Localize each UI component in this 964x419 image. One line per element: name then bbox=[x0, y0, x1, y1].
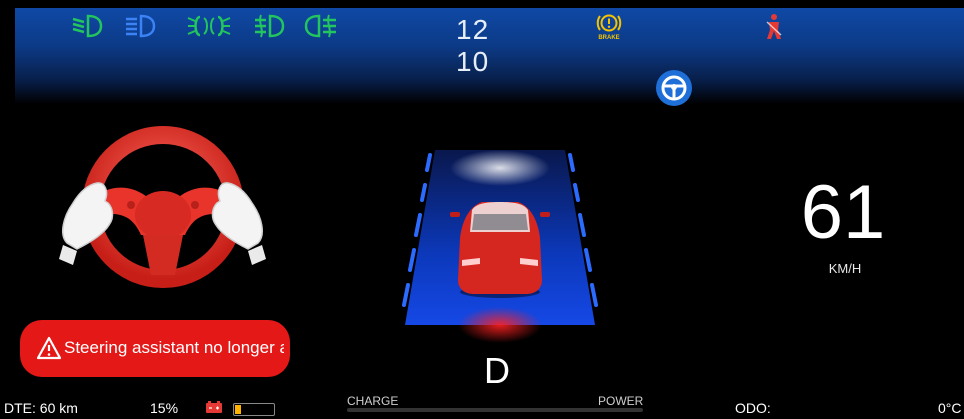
lead-vehicle-glow bbox=[450, 150, 550, 186]
brake-glow bbox=[458, 307, 542, 343]
outside-temperature: 0°C bbox=[938, 400, 962, 416]
autopilot-badge bbox=[656, 70, 692, 106]
alert-message: Steering assistant no longer av bbox=[64, 338, 284, 357]
hands-on-wheel-illustration bbox=[59, 126, 266, 288]
seatbelt-warning-icon bbox=[766, 14, 782, 39]
parking-lights-icon bbox=[187, 15, 231, 37]
battery-gauge bbox=[233, 403, 275, 416]
gear-indicator: D bbox=[484, 350, 510, 391]
clock-minutes: 10 bbox=[456, 46, 490, 77]
battery-fill bbox=[235, 405, 241, 414]
dte-readout: DTE: 60 km bbox=[4, 400, 78, 416]
low-beam-icon bbox=[72, 14, 103, 38]
power-label: POWER bbox=[598, 394, 644, 408]
battery-warning-icon bbox=[206, 401, 222, 413]
brake-warning-icon bbox=[596, 14, 622, 32]
speed-unit: KM/H bbox=[828, 261, 862, 276]
battery-percent: 15% bbox=[150, 400, 179, 416]
steering-wheel-icon bbox=[661, 75, 687, 101]
clock-hours: 12 bbox=[456, 14, 490, 45]
high-beam-icon bbox=[126, 14, 156, 38]
brake-label: BRAKE bbox=[598, 35, 620, 41]
charge-label: CHARGE bbox=[347, 394, 399, 408]
front-fog-icon bbox=[255, 14, 285, 38]
speed-value: 61 bbox=[800, 170, 886, 255]
bottom-bar: DTE: 60 km 15% CHARGE POWER ODO: 0°C bbox=[0, 390, 964, 419]
odometer: ODO: bbox=[735, 400, 771, 416]
dashboard: 12 10 BRAKE 61 KM/H D Steering assistant… bbox=[0, 0, 964, 419]
clock: 12 10 bbox=[456, 14, 546, 78]
power-meter bbox=[347, 408, 643, 412]
warning-triangle-icon bbox=[36, 336, 62, 360]
rear-fog-icon bbox=[304, 14, 336, 38]
road-visualization bbox=[402, 150, 598, 343]
steering-alert-banner[interactable]: Steering assistant no longer av bbox=[20, 320, 290, 377]
